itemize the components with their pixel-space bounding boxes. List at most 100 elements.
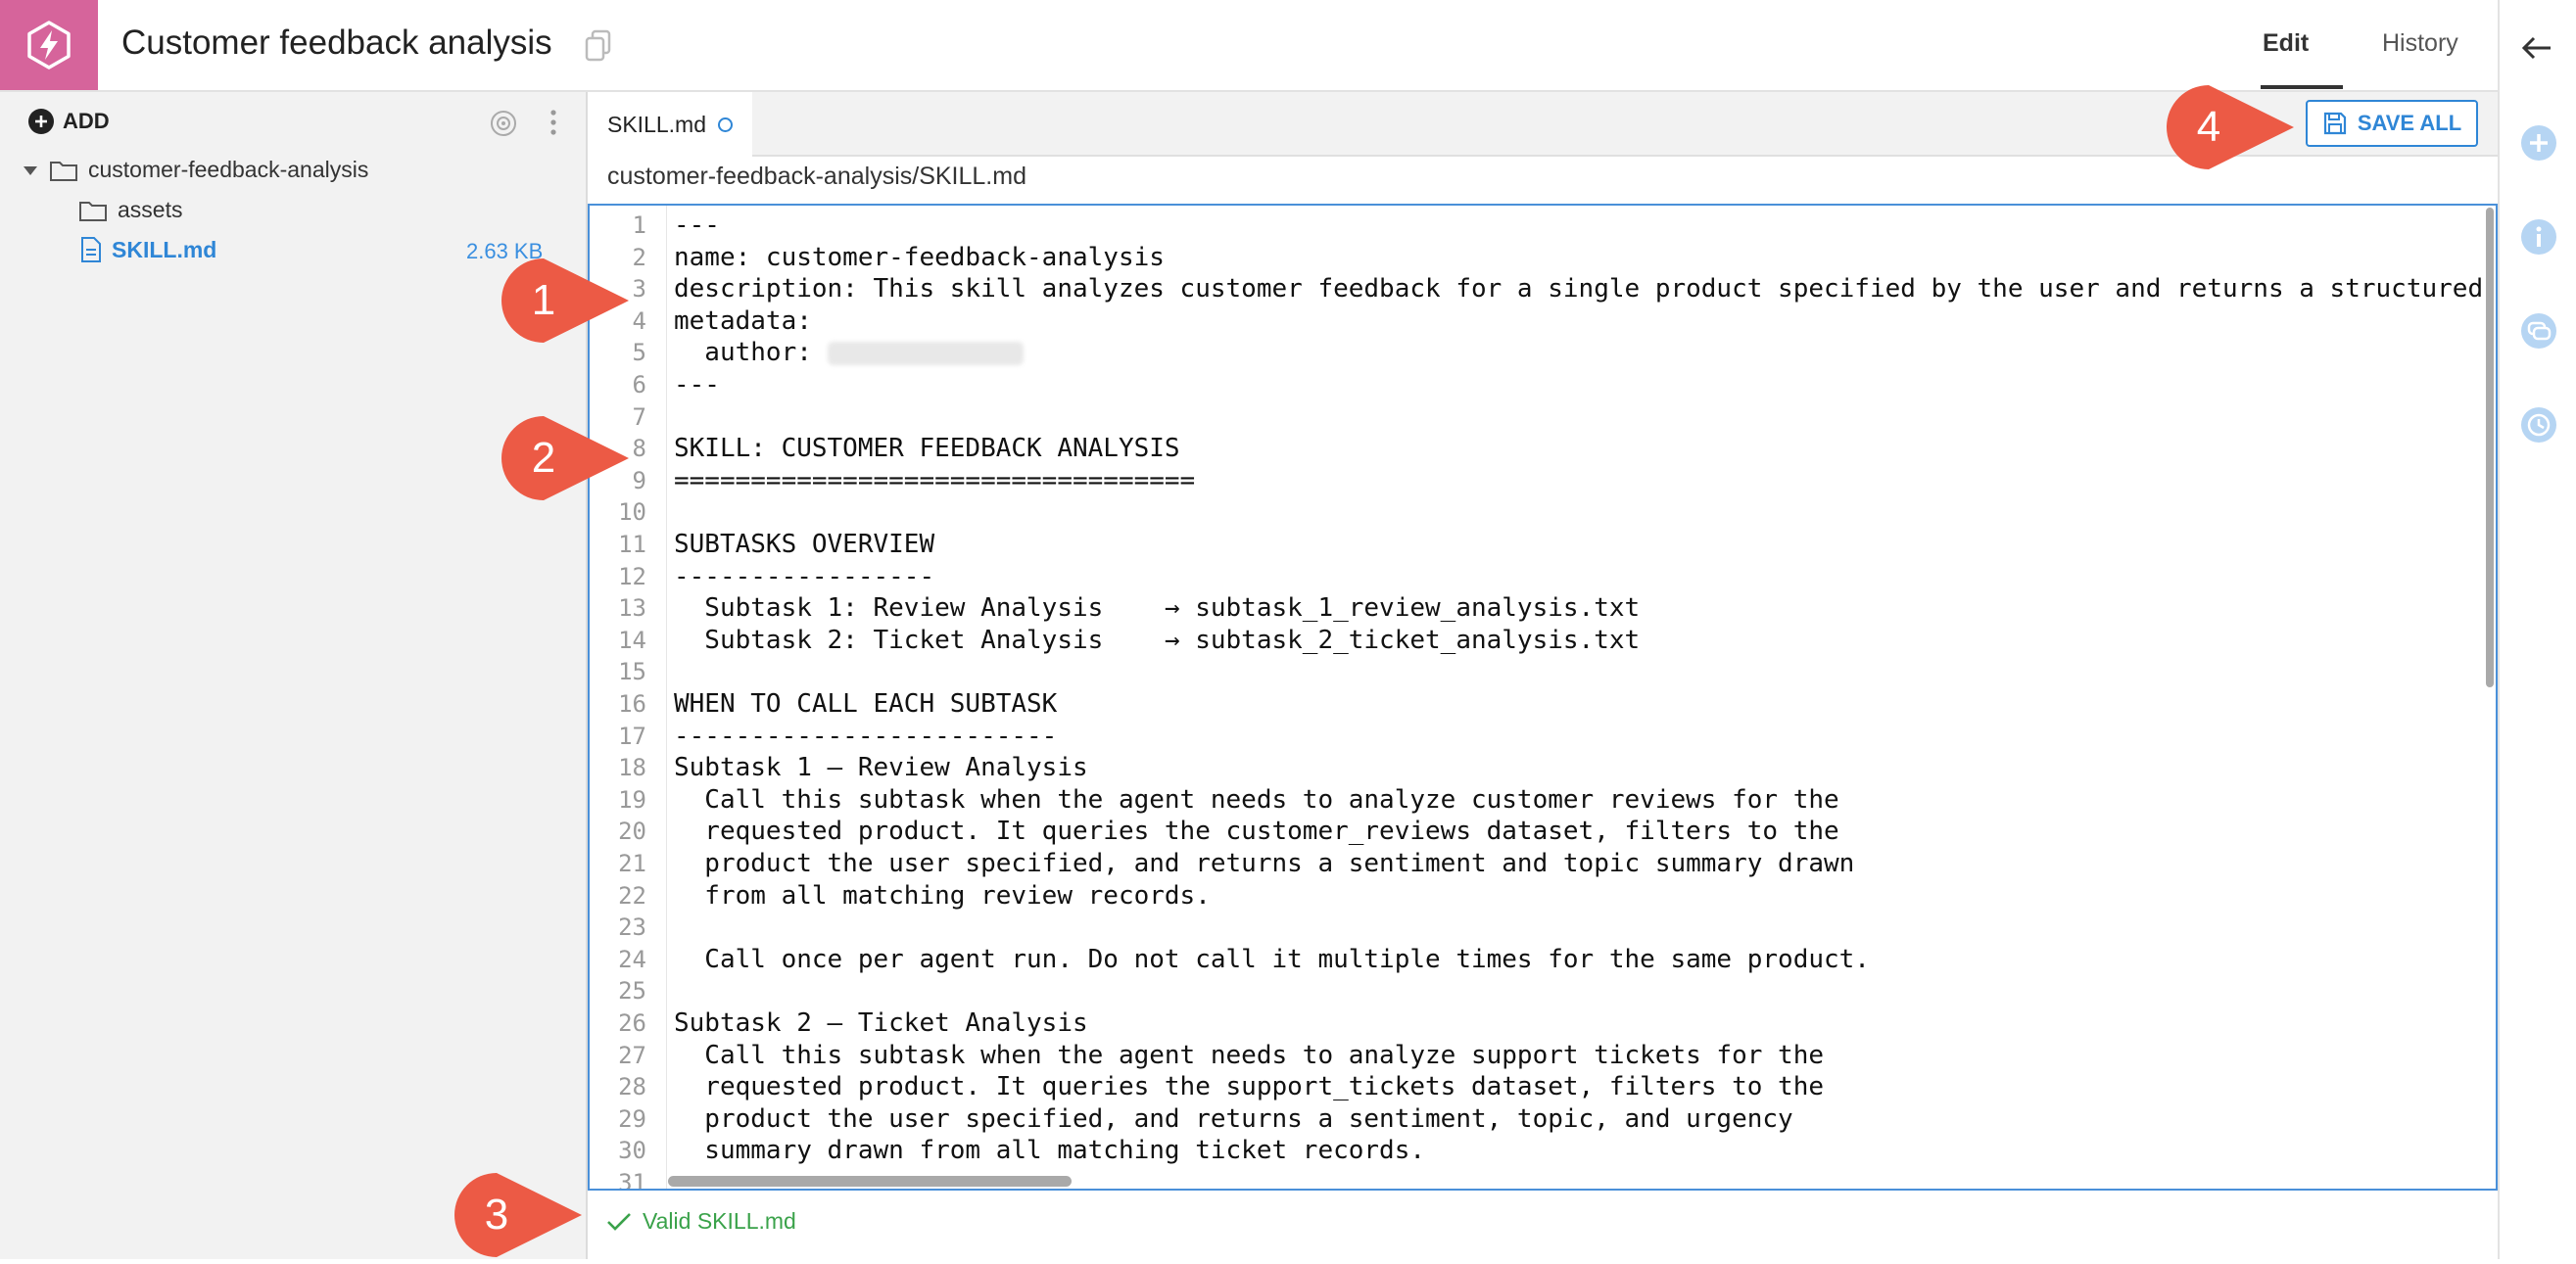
tab-edit[interactable]: Edit [2263,29,2309,58]
code-line: --- [674,211,720,240]
callout-number: 1 [531,276,556,324]
add-button[interactable]: ADD [27,108,110,135]
save-all-label: SAVE ALL [2357,111,2462,135]
code-line: from all matching review records. [674,880,1211,911]
code-editor[interactable]: 1 2 3 4 5 6 7 8 9 10 11 12 13 14 15 16 17 18 19 20 21 22 23 24 2… [588,204,2498,1191]
status-text: Valid SKILL.md [643,1208,796,1234]
unsaved-indicator-icon [718,117,733,132]
plus-circle-icon[interactable] [2519,123,2558,167]
save-all-button[interactable]: SAVE ALL [2306,100,2478,147]
line-number: 13 [618,594,646,623]
line-number: 29 [618,1104,646,1133]
copy-icon[interactable] [584,29,613,68]
code-line: Subtask 2 — Ticket Analysis [674,1008,1088,1038]
line-number: 18 [618,754,646,782]
line-number: 19 [618,785,646,814]
line-number-gutter: 1 2 3 4 5 6 7 8 9 10 11 12 13 14 15 16 17 18 19 20 21 22 23 24 2… [590,206,667,1189]
line-number: 12 [618,562,646,590]
horizontal-scrollbar[interactable] [668,1176,1072,1187]
line-number: 23 [618,913,646,942]
line-number: 30 [618,1137,646,1165]
redacted-author [827,341,1024,365]
code-line: SKILL: CUSTOMER FEEDBACK ANALYSIS [674,434,1180,464]
code-line: Subtask 2: Ticket Analysis → subtask_2_t… [674,625,1641,655]
code-line: ----------------- [674,561,935,591]
plus-circle-icon [28,109,54,134]
line-number: 21 [618,850,646,877]
lightning-bolt-icon [27,21,71,70]
add-label: ADD [63,109,110,133]
line-number: 17 [618,722,646,750]
callout-3: 3 [453,1171,590,1264]
tree-file-label: SKILL.md [112,236,217,262]
code-line: requested product. It queries the suppor… [674,1072,1824,1102]
line-number: 20 [618,818,646,846]
code-line-text: author: [674,338,828,368]
line-number: 14 [618,626,646,654]
tree-folder-label: assets [118,197,183,222]
line-number: 24 [618,945,646,973]
callout-number: 4 [2196,103,2221,151]
code-line: author: [674,337,1024,369]
line-number: 6 [632,371,646,398]
checkmark-icon [607,1212,631,1231]
callout-4: 4 [2165,83,2302,176]
file-path: customer-feedback-analysis/SKILL.md [607,163,1026,190]
caret-down-icon [24,165,37,175]
arrow-left-icon[interactable] [2519,33,2554,68]
code-line: SUBTASKS OVERVIEW [674,530,935,559]
line-number: 25 [618,977,646,1006]
code-line: Call this subtask when the agent needs t… [674,784,1839,815]
code-line: ================================== [674,465,1196,495]
callout-number: 2 [531,434,556,482]
folder-icon [50,161,77,181]
save-icon [2323,112,2346,135]
clock-icon[interactable] [2519,405,2558,449]
line-number: 1 [632,211,646,239]
callout-1: 1 [500,257,637,350]
line-number: 26 [618,1009,646,1037]
tab-history[interactable]: History [2382,29,2458,58]
line-number: 11 [618,531,646,558]
validation-status: Valid SKILL.md [605,1208,796,1235]
code-line: requested product. It queries the custom… [674,817,1839,847]
code-line: product the user specified, and returns … [674,1103,1793,1134]
line-number: 22 [618,881,646,910]
tree-file-skill[interactable]: SKILL.md [80,236,216,263]
code-line: name: customer-feedback-analysis [674,242,1165,272]
code-line: Subtask 1 — Review Analysis [674,753,1088,783]
file-icon [81,237,101,262]
code-line: ------------------------- [674,721,1058,751]
line-number: 16 [618,690,646,718]
code-line: summary drawn from all matching ticket r… [674,1136,1426,1166]
right-rail [2498,0,2576,1259]
code-line: WHEN TO CALL EACH SUBTASK [674,689,1058,719]
line-number: 28 [618,1073,646,1101]
tree-folder-assets[interactable]: assets [78,197,182,223]
header: Customer feedback analysis Edit History [0,0,2498,92]
code-line: Call once per agent run. Do not call it … [674,944,1870,974]
callout-2: 2 [500,414,637,507]
app-logo[interactable] [0,0,98,90]
chat-icon[interactable] [2519,311,2558,355]
line-number: 31 [618,1169,646,1191]
code-line: product the user specified, and returns … [674,849,1855,878]
folder-icon [79,201,107,221]
info-icon[interactable] [2519,217,2558,261]
tree-folder-root[interactable]: customer-feedback-analysis [22,157,368,183]
code-line: Subtask 1: Review Analysis → subtask_1_r… [674,593,1641,624]
vertical-scrollbar[interactable] [2486,208,2494,687]
callout-number: 3 [484,1191,509,1239]
more-options-icon[interactable] [549,108,558,142]
target-icon[interactable] [490,110,517,142]
tab-label: SKILL.md [607,111,706,137]
tab-skill-md[interactable]: SKILL.md [588,92,752,157]
page-title: Customer feedback analysis [121,23,552,62]
code-line: Call this subtask when the agent needs t… [674,1040,1824,1070]
code-content[interactable]: --- name: customer-feedback-analysis descr… [674,206,2496,1189]
code-line: metadata: [674,305,812,336]
line-number: 15 [618,658,646,686]
tree-folder-label: customer-feedback-analysis [88,157,369,182]
line-number: 27 [618,1041,646,1069]
code-line: description: This skill analyzes custome… [674,274,2484,304]
